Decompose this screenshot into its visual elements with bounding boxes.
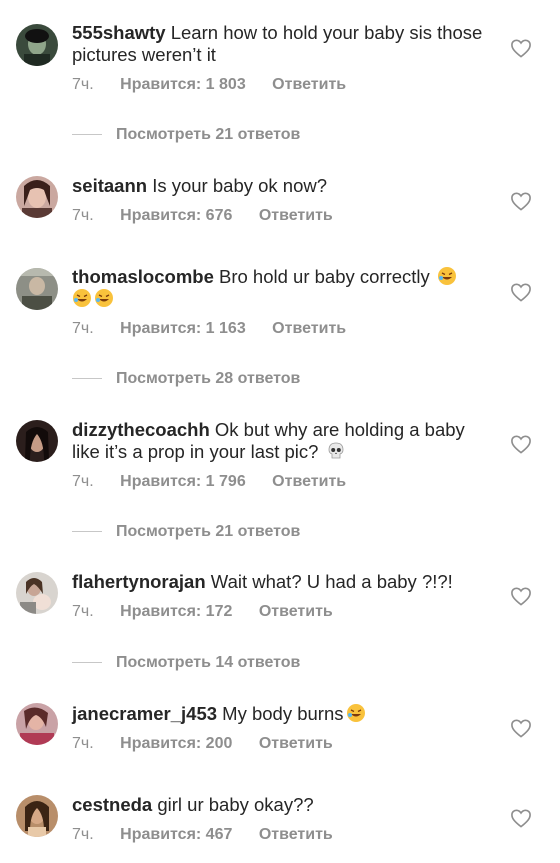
comment-text: thomaslocombe Bro hold ur baby correctly [72,266,492,310]
reply-button[interactable]: Ответить [259,207,333,225]
comment-username[interactable]: flahertynorajan [72,571,206,592]
heart-icon[interactable] [510,191,532,211]
reply-button[interactable]: Ответить [272,320,346,338]
comment-text: 555shawty Learn how to hold your baby si… [72,22,492,66]
comment-likes[interactable]: Нравится: 676 [120,207,232,225]
comment-time: 7ч. [72,320,94,337]
view-replies-label: Посмотреть 21 ответов [116,126,301,143]
comment-body: girl ur baby okay?? [152,794,314,815]
view-replies-button[interactable]: Посмотреть 14 ответов [72,654,300,672]
avatar[interactable] [16,420,58,462]
view-replies-label: Посмотреть 14 ответов [116,654,301,671]
comment-text: seitaann Is your baby ok now? [72,175,492,197]
comment-time: 7ч. [72,735,94,752]
heart-icon[interactable] [510,434,532,454]
comment-likes[interactable]: Нравится: 1 803 [120,76,246,94]
laughing-emoji-icon [346,703,366,723]
avatar[interactable] [16,24,58,66]
comment-likes[interactable]: Нравится: 172 [120,603,232,621]
replies-divider [72,134,102,136]
comment-username[interactable]: thomaslocombe [72,266,214,287]
comment-username[interactable]: dizzythecoachh [72,419,210,440]
heart-icon[interactable] [510,38,532,58]
replies-divider [72,662,102,664]
comment-meta: 7ч. Нравится: 1 796 Ответить [72,473,492,491]
laughing-emoji-icon [94,288,114,308]
comment-body: Is your baby ok now? [147,175,328,196]
heart-icon[interactable] [510,718,532,738]
comment-likes[interactable]: Нравится: 1 796 [120,473,246,491]
comment-likes[interactable]: Нравится: 200 [120,735,232,753]
avatar[interactable] [16,703,58,745]
comment-username[interactable]: janecramer_j453 [72,703,217,724]
comment-body: Wait what? U had a baby ?!?! [205,571,453,592]
comment-time: 7ч. [72,207,94,224]
heart-icon[interactable] [510,282,532,302]
comment-text: cestneda girl ur baby okay?? [72,794,492,816]
comment-username[interactable]: 555shawty [72,22,166,43]
comment-meta: 7ч. Нравится: 172 Ответить [72,603,492,621]
replies-divider [72,531,102,533]
comment-text: flahertynorajan Wait what? U had a baby … [72,571,492,593]
comment-username[interactable]: seitaann [72,175,147,196]
comment-time: 7ч. [72,473,94,490]
comment-body: My body burns [217,703,344,724]
skull-emoji-icon [326,441,346,461]
view-replies-button[interactable]: Посмотреть 21 ответов [72,126,300,144]
view-replies-button[interactable]: Посмотреть 28 ответов [72,370,300,388]
reply-button[interactable]: Ответить [272,76,346,94]
view-replies-label: Посмотреть 28 ответов [116,370,301,387]
comment-time: 7ч. [72,826,94,843]
comment-text: dizzythecoachh Ok but why are holding a … [72,419,492,463]
comment-meta: 7ч. Нравится: 676 Ответить [72,207,492,225]
comment-likes[interactable]: Нравится: 467 [120,826,232,844]
view-replies-button[interactable]: Посмотреть 21 ответов [72,523,300,541]
comment-body: Bro hold ur baby correctly [213,266,430,287]
comment-time: 7ч. [72,603,94,620]
reply-button[interactable]: Ответить [259,603,333,621]
heart-icon[interactable] [510,808,532,828]
heart-icon[interactable] [510,586,532,606]
comment-likes[interactable]: Нравится: 1 163 [120,320,246,338]
replies-divider [72,378,102,380]
avatar[interactable] [16,176,58,218]
comment-meta: 7ч. Нравится: 200 Ответить [72,735,492,753]
comment-text: janecramer_j453 My body burns [72,703,492,725]
laughing-emoji-icon [437,266,457,286]
reply-button[interactable]: Ответить [272,473,346,491]
comment-username[interactable]: cestneda [72,794,152,815]
reply-button[interactable]: Ответить [259,826,333,844]
comment-meta: 7ч. Нравится: 467 Ответить [72,826,492,844]
avatar[interactable] [16,795,58,837]
view-replies-label: Посмотреть 21 ответов [116,523,301,540]
comment-meta: 7ч. Нравится: 1 803 Ответить [72,76,492,94]
reply-button[interactable]: Ответить [259,735,333,753]
comment-time: 7ч. [72,76,94,93]
laughing-emoji-icon [72,288,92,308]
avatar[interactable] [16,268,58,310]
comment-meta: 7ч. Нравится: 1 163 Ответить [72,320,492,338]
avatar[interactable] [16,572,58,614]
